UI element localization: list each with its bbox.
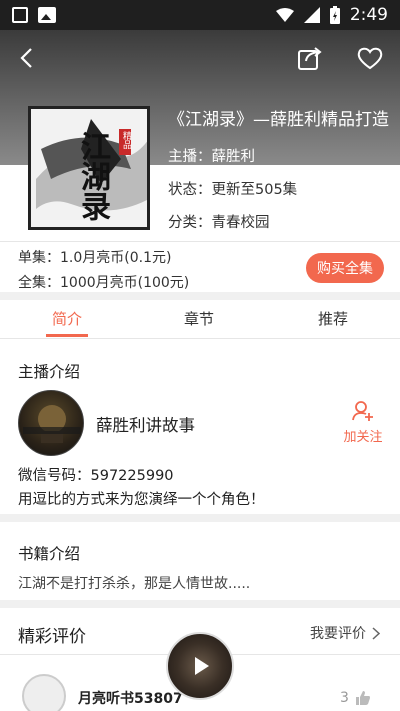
back-button[interactable] [10,42,42,74]
thumbs-up-icon [355,691,370,705]
tab-intro[interactable]: 简介 [52,308,82,329]
follow-label: 加关注 [343,430,383,445]
host-avatar-art [23,405,81,443]
cover-title: 江湖录 [75,131,110,221]
book-status: 状态：更新至505集 [168,182,298,198]
status-bar: 2:49 [0,0,400,30]
share-button[interactable] [294,42,326,74]
like-button[interactable]: 3 [340,690,371,706]
tab-chapters[interactable]: 章节 [184,308,214,329]
book-host: 主播：薛胜利 [168,149,255,165]
play-icon [195,657,209,675]
like-count: 3 [340,690,349,706]
mini-player-button[interactable] [166,632,234,700]
tab-indicator [46,334,88,337]
book-cover: 江湖录 精品 [28,106,150,230]
divider [0,241,400,242]
battery-icon [329,6,340,24]
host-avatar[interactable] [18,390,84,456]
chevron-left-icon [20,48,32,68]
section-divider [0,292,400,300]
book-description: 江湖不是打打杀杀，那是人情世故..... [18,576,251,592]
clock: 2:49 [349,5,388,25]
book-section-title: 书籍介绍 [18,545,81,563]
section-divider [0,600,400,608]
favorite-button[interactable] [354,42,386,74]
reviewer-name: 月亮听书53807 [78,691,183,707]
heart-icon [357,47,383,70]
full-price: 全集：1000月亮币(100元) [18,275,190,291]
section-divider [0,514,400,522]
wifi-icon [275,8,294,22]
single-price: 单集：1.0月亮币(0.1元) [18,250,172,266]
buy-all-button[interactable]: 购买全集 [306,253,384,283]
host-motto: 用逗比的方式来为您演绎一个个角色！ [18,492,265,508]
share-icon [298,47,322,70]
book-category: 分类：青春校园 [168,215,270,231]
cover-badge: 精品 [121,131,131,149]
reviewer-avatar[interactable] [22,674,66,711]
signal-icon [303,7,320,23]
notification-icon [12,7,28,23]
book-title: 《江湖录》—薛胜利精品打造 [168,110,389,130]
follow-button[interactable]: 加关注 [340,400,386,445]
host-wechat: 微信号码：597225990 [18,468,174,484]
image-notification-icon [38,7,56,23]
host-section-title: 主播介绍 [18,363,81,381]
write-review-label: 我要评价 [310,626,366,642]
write-review-link[interactable]: 我要评价 [310,623,380,643]
divider [0,338,400,339]
host-name[interactable]: 薛胜利讲故事 [96,412,195,436]
chevron-right-icon [372,626,380,640]
tab-recommend[interactable]: 推荐 [318,308,348,329]
add-user-icon [352,401,373,421]
review-section-title: 精彩评价 [18,627,86,647]
